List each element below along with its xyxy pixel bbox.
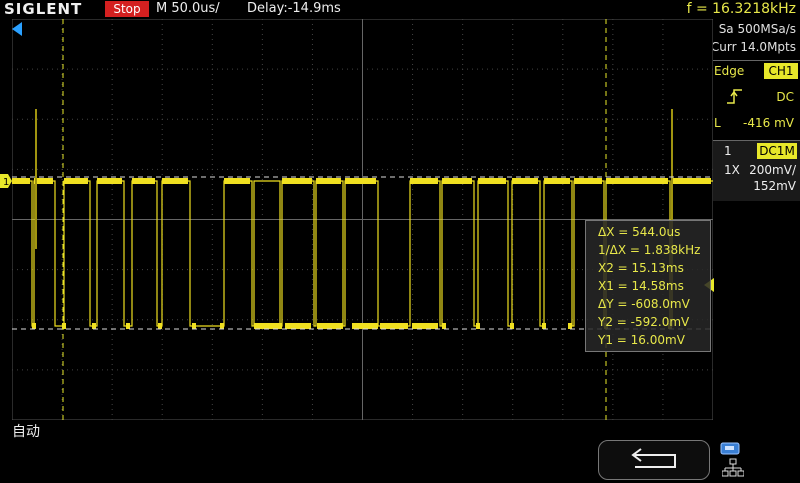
trace-low-segment [254, 323, 282, 329]
cursor-x2: X2 = 15.13ms [598, 261, 684, 275]
ch1-offset-marker[interactable]: 1 [0, 174, 12, 188]
trace-high-segment [282, 178, 312, 184]
rising-edge-icon [727, 89, 742, 104]
sample-rate: Sa 500MSa/s [718, 22, 796, 36]
trace-low-segment [352, 323, 378, 329]
trigger-position-marker[interactable] [12, 22, 24, 36]
trace-high-segment [606, 178, 668, 184]
trace-high-segment [478, 178, 506, 184]
trace-low-segment [568, 323, 572, 329]
trigger-level-label: L [714, 116, 721, 130]
cursor-y2: Y2 = -592.0mV [598, 315, 690, 329]
memory-depth: Curr 14.0Mpts [710, 40, 796, 54]
trace-low-segment [317, 323, 343, 329]
trace-low-segment [442, 323, 446, 329]
delta-x: ΔX = 544.0us [598, 225, 681, 239]
trace-low-segment [510, 323, 514, 329]
back-arrow-icon [631, 448, 676, 468]
trace-high-segment [410, 178, 438, 184]
lan-icon [722, 458, 744, 477]
trace-low-segment [158, 323, 162, 329]
trace-high-segment [132, 178, 155, 184]
cursor-y1: Y1 = 16.00mV [598, 333, 685, 347]
trace-low-segment [192, 323, 196, 329]
trigger-coupling: DC [776, 90, 794, 104]
delta-y: ΔY = -608.0mV [598, 297, 690, 311]
trace-high-segment [672, 178, 711, 184]
trace-low-segment [92, 323, 96, 329]
back-button[interactable] [598, 440, 710, 480]
trace-high-segment [64, 178, 88, 184]
run-stop-badge[interactable]: Stop [105, 1, 149, 17]
trace-low-segment [285, 323, 311, 329]
trace-low-segment [412, 323, 438, 329]
trigger-mode: Edge [714, 64, 745, 78]
trace-low-segment [476, 323, 480, 329]
trace-high-segment [12, 178, 30, 184]
brand-logo: SIGLENT [4, 0, 83, 18]
probe-attenuation: 1X [724, 163, 740, 177]
cursor-x1: X1 = 14.58ms [598, 279, 684, 293]
trigger-status: 自动 [12, 424, 40, 440]
trigger-level: -416 mV [743, 116, 794, 130]
trace-high-segment [97, 178, 122, 184]
svg-text:1: 1 [3, 177, 9, 188]
trace-high-segment [442, 178, 472, 184]
trace-high-segment [345, 178, 376, 184]
trace-low-segment [542, 323, 546, 329]
trace-low-segment [126, 323, 130, 329]
trace-low-segment [380, 323, 408, 329]
cursor-measurement-box: ΔX = 544.0us 1/ΔX = 1.838kHz X2 = 15.13m… [585, 220, 711, 352]
inverse-delta-x: 1/ΔX = 1.838kHz [598, 243, 701, 257]
trace-high-segment [544, 178, 570, 184]
trace-low-segment [32, 323, 36, 329]
usb-icon [720, 442, 740, 455]
trace-high-segment [316, 178, 341, 184]
vertical-offset: 152mV [753, 179, 796, 193]
delay-readout[interactable]: Delay:-14.9ms [247, 0, 341, 18]
trace-high-segment [224, 178, 250, 184]
channel-number: 1 [724, 144, 732, 158]
trace-high-segment [162, 178, 188, 184]
frequency-readout: f = 16.3218kHz [686, 1, 796, 17]
trace-high-segment [574, 178, 602, 184]
trace-low-segment [220, 323, 224, 329]
trigger-source: CH1 [764, 63, 798, 79]
timebase-readout[interactable]: M 50.0us/ [156, 0, 220, 18]
trace-high-segment [512, 178, 538, 184]
vertical-scale: 200mV/ [749, 163, 796, 177]
channel-coupling: DC1M [757, 143, 797, 159]
